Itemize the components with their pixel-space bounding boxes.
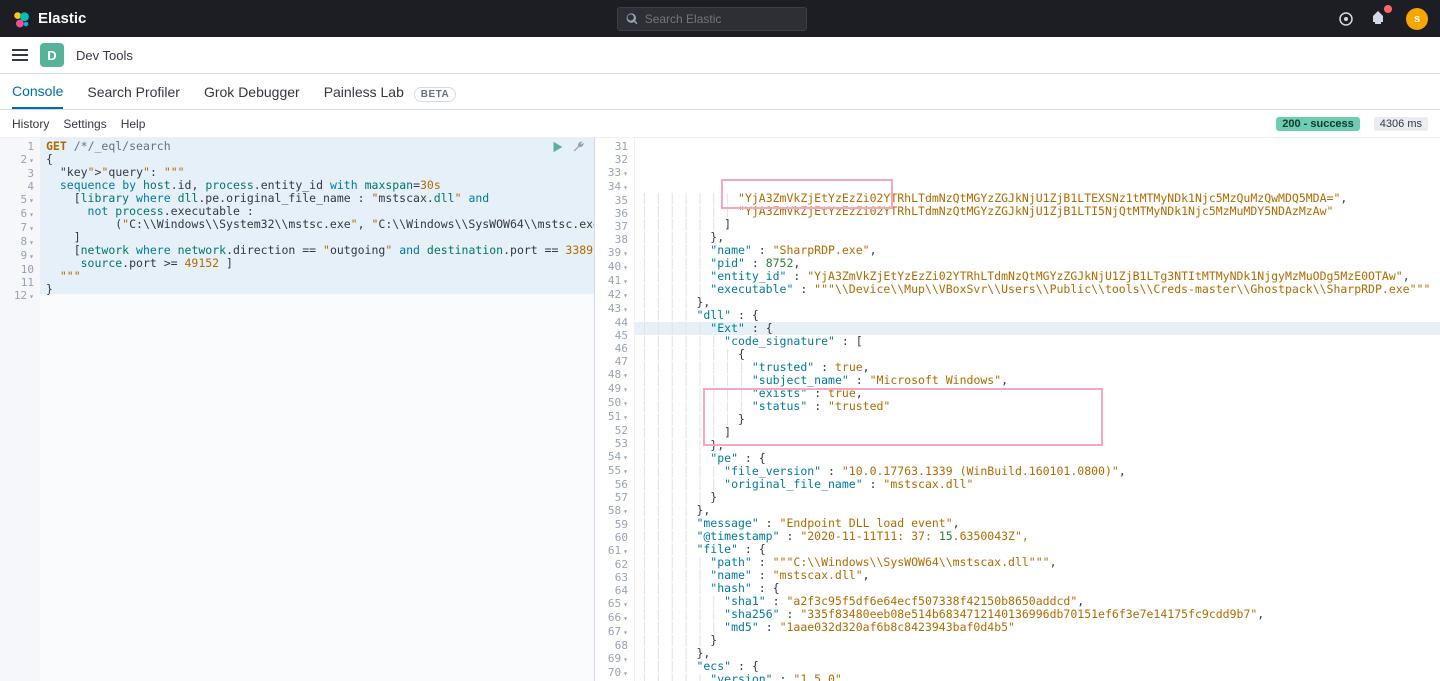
request-gutter: 123456789101112 [0, 138, 40, 681]
request-editor[interactable]: GET /*/_eql/search{ "key">"query": """ s… [40, 138, 594, 681]
tab-console[interactable]: Console [12, 75, 63, 109]
console-split-view: 123456789101112 GET /*/_eql/search{ "key… [0, 138, 1440, 681]
tab-grok-debugger[interactable]: Grok Debugger [204, 76, 300, 108]
nav-toggle-icon[interactable] [12, 49, 28, 61]
tab-painless-lab[interactable]: Painless Lab BETA [324, 76, 457, 108]
status-badge: 200 - success [1276, 117, 1360, 131]
response-gutter: 3132333435363738394041424344454647484950… [595, 138, 635, 681]
response-viewer[interactable]: | | | | | | | "YjA3ZmVkZjEtYzEzZi02YTRhL… [635, 138, 1440, 681]
tabs-row: Console Search Profiler Grok Debugger Pa… [0, 74, 1440, 110]
toolbar-history[interactable]: History [12, 117, 49, 131]
notifications-icon[interactable] [1370, 9, 1386, 28]
wrench-icon[interactable] [572, 140, 586, 154]
request-actions [550, 140, 586, 154]
breadcrumb: Dev Tools [76, 48, 133, 63]
beta-badge: BETA [414, 87, 456, 102]
avatar[interactable]: s [1406, 8, 1428, 30]
toolbar-help[interactable]: Help [121, 117, 146, 131]
console-toolbar: History Settings Help 200 - success 4306… [0, 110, 1440, 138]
logo-block[interactable]: Elastic [12, 10, 86, 28]
tab-search-profiler[interactable]: Search Profiler [87, 76, 180, 108]
notification-dot [1384, 5, 1392, 13]
search-input[interactable] [645, 12, 799, 26]
app-badge: D [40, 43, 64, 67]
timing-badge: 4306 ms [1374, 117, 1428, 131]
run-icon[interactable] [550, 140, 564, 154]
request-pane: 123456789101112 GET /*/_eql/search{ "key… [0, 138, 595, 681]
sub-header: D Dev Tools [0, 37, 1440, 74]
tab-painless-label: Painless Lab [324, 84, 404, 100]
response-pane: 3132333435363738394041424344454647484950… [595, 138, 1440, 681]
logo-text: Elastic [38, 10, 86, 27]
search-icon [626, 12, 639, 26]
header-icons: s [1338, 8, 1428, 30]
elastic-logo-icon [12, 10, 30, 28]
newsfeed-icon[interactable] [1338, 11, 1354, 27]
global-search[interactable] [617, 7, 807, 31]
top-header: Elastic s [0, 0, 1440, 37]
toolbar-settings[interactable]: Settings [63, 117, 106, 131]
